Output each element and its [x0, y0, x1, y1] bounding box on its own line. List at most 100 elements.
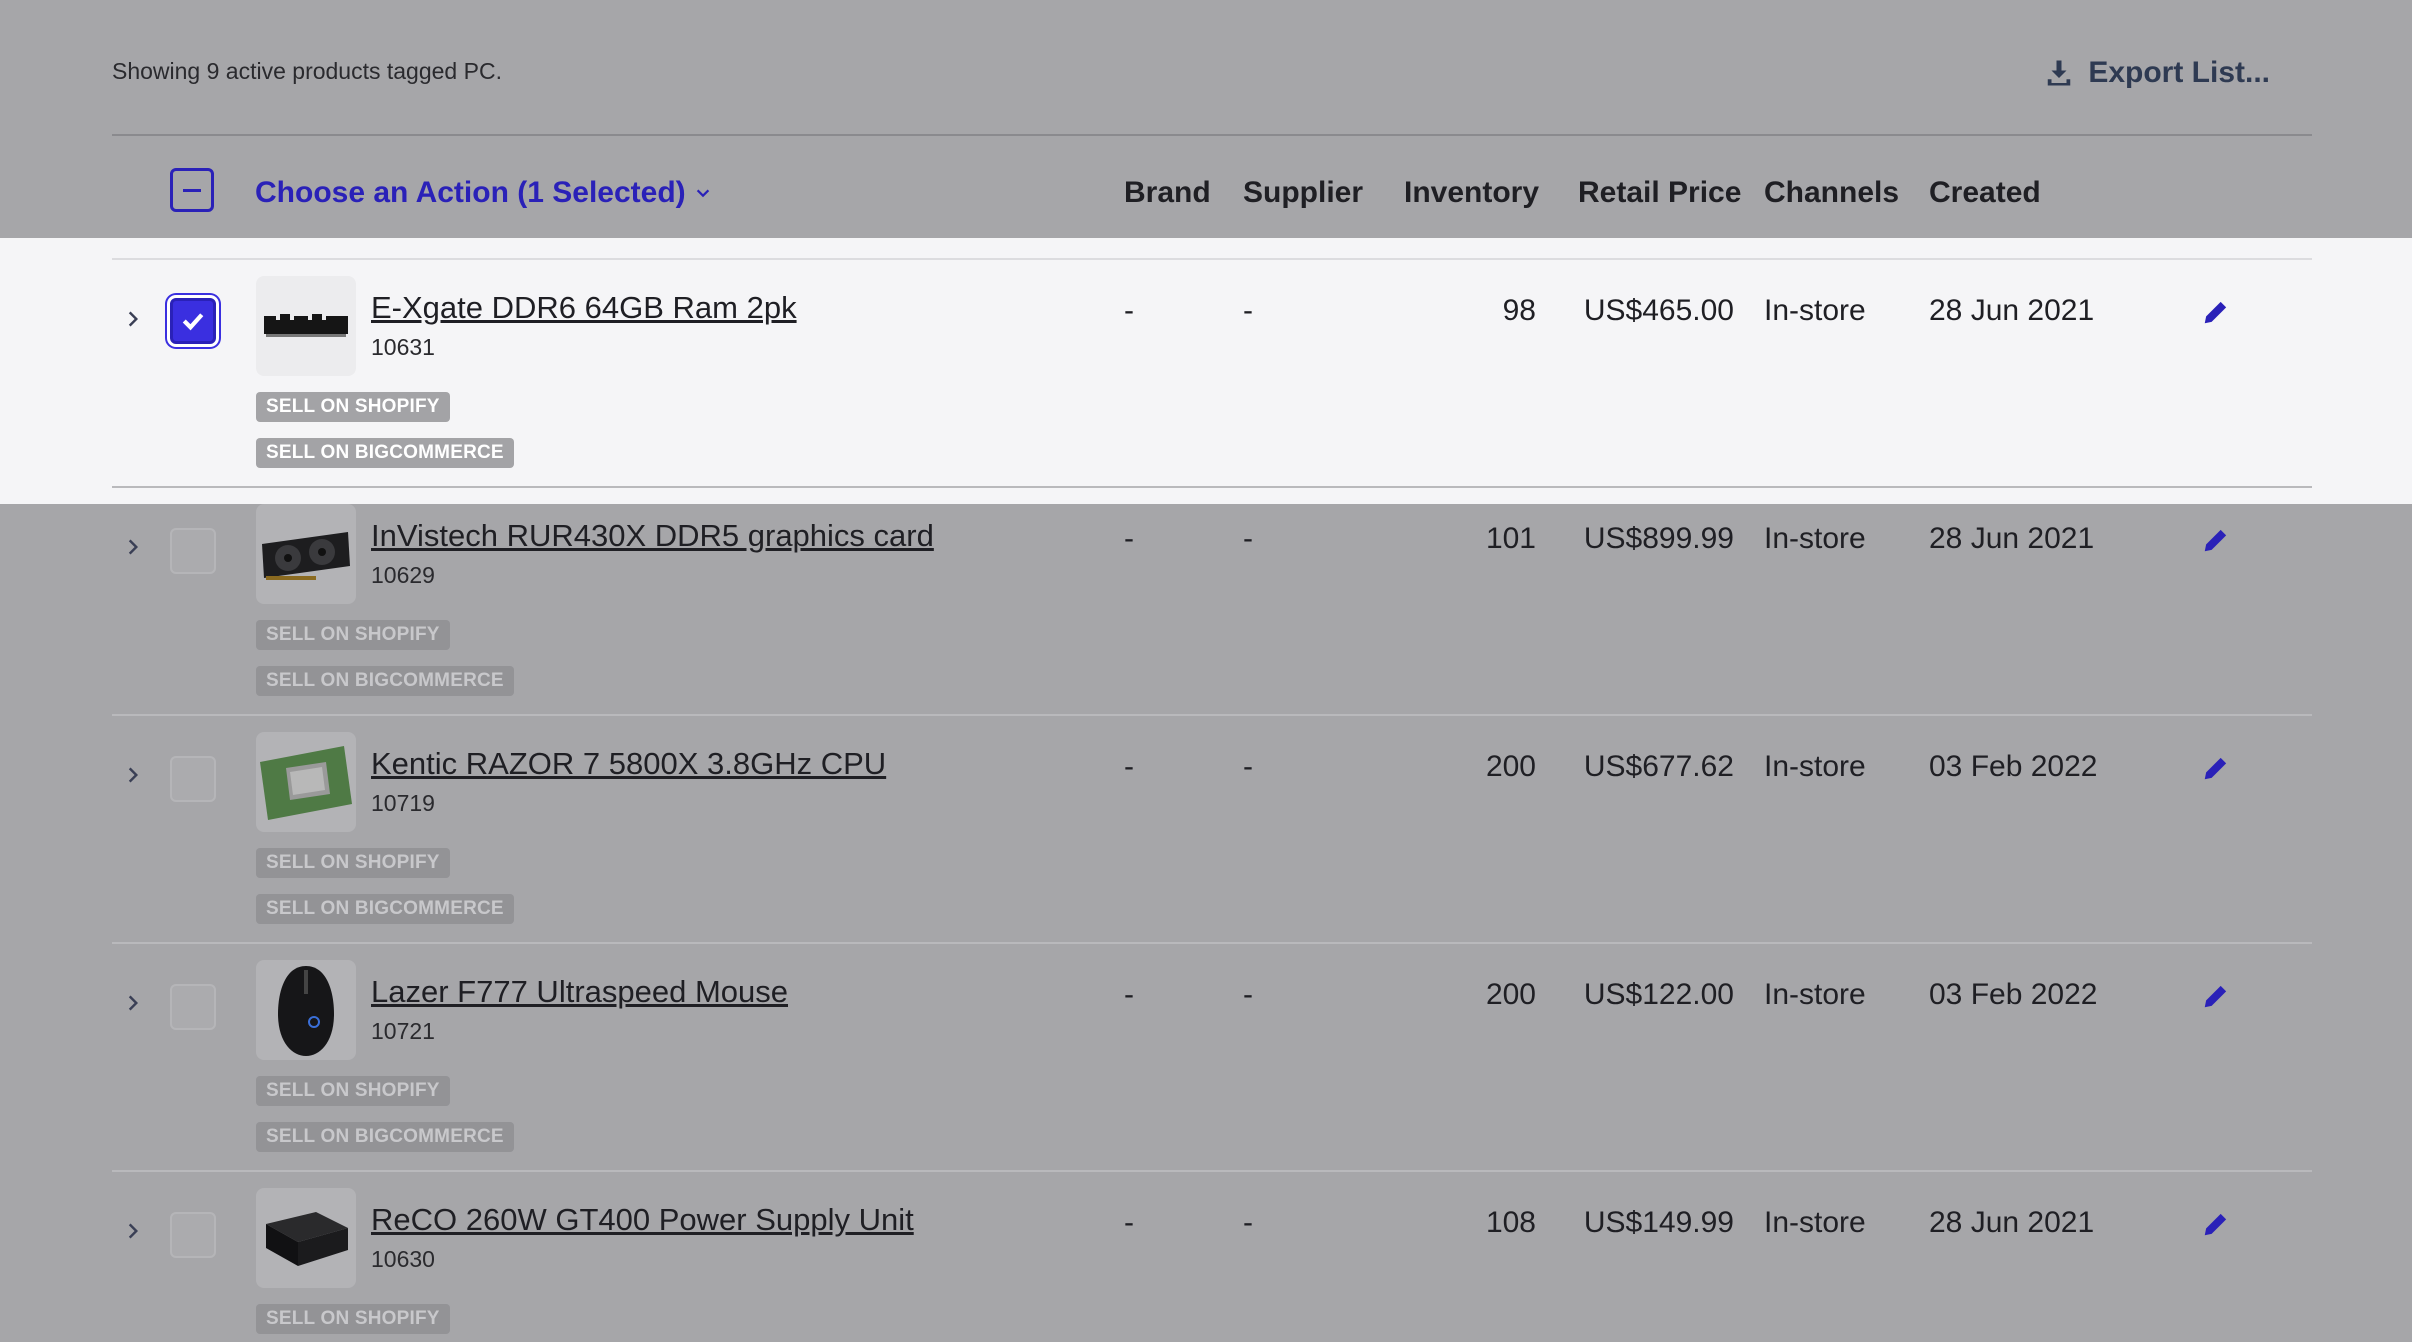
product-thumbnail[interactable]	[256, 960, 356, 1060]
product-name-link[interactable]: InVistech RUR430X DDR5 graphics card	[371, 518, 934, 554]
product-sku: 10630	[371, 1246, 435, 1272]
chevron-right-icon[interactable]	[122, 308, 144, 330]
product-name-link[interactable]: E-Xgate DDR6 64GB Ram 2pk	[371, 290, 797, 326]
download-icon	[2048, 60, 2071, 86]
product-summary: Showing 9 active products tagged PC.	[112, 58, 502, 84]
row-divider	[112, 1170, 2312, 1172]
table-row[interactable]: Kentic RAZOR 7 5800X 3.8GHz CPU 10719 SE…	[0, 714, 2412, 960]
chevron-right-icon[interactable]	[122, 764, 144, 786]
choose-action-dropdown[interactable]: Choose an Action (1 Selected)	[255, 176, 712, 210]
product-name-link[interactable]: ReCO 260W GT400 Power Supply Unit	[371, 1202, 914, 1238]
row-checkbox[interactable]	[170, 984, 216, 1030]
column-header-supplier[interactable]: Supplier	[1243, 176, 1363, 210]
product-sku: 10631	[371, 334, 435, 360]
pencil-icon[interactable]	[2202, 298, 2230, 326]
channels-cell: In-store	[1764, 978, 1866, 1011]
product-name-link[interactable]: Lazer F777 Ultraspeed Mouse	[371, 974, 788, 1010]
row-divider	[112, 714, 2312, 716]
table-row[interactable]: InVistech RUR430X DDR5 graphics card 106…	[0, 486, 2412, 732]
table-row[interactable]: E-Xgate DDR6 64GB Ram 2pk 10631 SELL ON …	[0, 238, 2412, 504]
inventory-cell: 98	[1502, 294, 1536, 327]
created-cell: 28 Jun 2021	[1929, 294, 2095, 327]
table-header: Choose an Action (1 Selected) Brand Supp…	[0, 160, 2412, 228]
inventory-cell: 108	[1485, 1206, 1536, 1239]
channels-cell: In-store	[1764, 750, 1866, 783]
row-divider	[112, 942, 2312, 944]
product-name-link[interactable]: Kentic RAZOR 7 5800X 3.8GHz CPU	[371, 746, 886, 782]
inventory-cell: 200	[1485, 978, 1536, 1011]
price-cell: US$122.00	[1583, 978, 1734, 1011]
graphics-card-image	[262, 532, 350, 580]
column-header-inventory[interactable]: Inventory	[1404, 176, 1539, 210]
row-checkbox[interactable]	[170, 298, 216, 344]
brand-cell: -	[1124, 1206, 1134, 1239]
column-header-brand[interactable]: Brand	[1124, 176, 1211, 210]
created-cell: 28 Jun 2021	[1929, 1206, 2095, 1239]
checkmark-icon	[182, 313, 204, 331]
power-supply-image	[266, 1212, 348, 1266]
product-sku: 10629	[371, 562, 435, 588]
table-row[interactable]: Lazer F777 Ultraspeed Mouse 10721 SELL O…	[0, 942, 2412, 1188]
row-checkbox[interactable]	[170, 528, 216, 574]
channel-tag: SELL ON BIGCOMMERCE	[256, 666, 514, 696]
created-cell: 03 Feb 2022	[1929, 978, 2098, 1011]
created-cell: 28 Jun 2021	[1929, 522, 2095, 555]
channel-tag: SELL ON SHOPIFY	[256, 848, 450, 878]
channel-tag: SELL ON BIGCOMMERCE	[256, 894, 514, 924]
row-checkbox[interactable]	[170, 1212, 216, 1258]
export-list-button[interactable]: Export List...	[2044, 56, 2270, 90]
column-header-retail-price[interactable]: Retail Price	[1578, 176, 1741, 210]
row-divider	[112, 486, 2312, 488]
minus-icon	[183, 188, 201, 192]
ram-image	[264, 314, 348, 337]
pencil-icon[interactable]	[2202, 982, 2230, 1010]
price-cell: US$149.99	[1583, 1206, 1734, 1239]
channels-cell: In-store	[1764, 522, 1866, 555]
inventory-cell: 101	[1485, 522, 1536, 555]
chevron-down-icon	[696, 189, 709, 198]
table-row[interactable]: ReCO 260W GT400 Power Supply Unit 10630 …	[0, 1170, 2412, 1342]
price-cell: US$677.62	[1583, 750, 1734, 783]
product-thumbnail[interactable]	[256, 276, 356, 376]
row-divider	[112, 258, 2312, 260]
pencil-icon[interactable]	[2202, 754, 2230, 782]
channels-cell: In-store	[1764, 294, 1866, 327]
created-cell: 03 Feb 2022	[1929, 750, 2098, 783]
mouse-image	[278, 966, 334, 1056]
product-sku: 10721	[371, 1018, 435, 1044]
row-checkbox[interactable]	[170, 756, 216, 802]
divider	[112, 134, 2312, 136]
channel-tag: SELL ON BIGCOMMERCE	[256, 1122, 514, 1152]
chevron-right-icon[interactable]	[122, 992, 144, 1014]
column-header-created[interactable]: Created	[1929, 176, 2041, 210]
supplier-cell: -	[1243, 294, 1253, 327]
product-sku: 10719	[371, 790, 435, 816]
product-thumbnail[interactable]	[256, 1188, 356, 1288]
price-cell: US$899.99	[1583, 522, 1734, 555]
chevron-right-icon[interactable]	[122, 536, 144, 558]
channel-tag: SELL ON SHOPIFY	[256, 620, 450, 650]
supplier-cell: -	[1243, 750, 1253, 783]
supplier-cell: -	[1243, 522, 1253, 555]
brand-cell: -	[1124, 522, 1134, 555]
chevron-right-icon[interactable]	[122, 1220, 144, 1242]
channel-tag: SELL ON BIGCOMMERCE	[256, 438, 514, 468]
supplier-cell: -	[1243, 978, 1253, 1011]
channel-tag: SELL ON SHOPIFY	[256, 1304, 450, 1334]
choose-action-label: Choose an Action (1 Selected)	[255, 176, 686, 209]
brand-cell: -	[1124, 978, 1134, 1011]
pencil-icon[interactable]	[2202, 1210, 2230, 1238]
column-header-channels[interactable]: Channels	[1764, 176, 1899, 210]
product-thumbnail[interactable]	[256, 504, 356, 604]
supplier-cell: -	[1243, 1206, 1253, 1239]
export-list-label: Export List...	[2088, 56, 2270, 89]
cpu-image	[260, 746, 352, 820]
product-thumbnail[interactable]	[256, 732, 356, 832]
pencil-icon[interactable]	[2202, 526, 2230, 554]
inventory-cell: 200	[1485, 750, 1536, 783]
channels-cell: In-store	[1764, 1206, 1866, 1239]
channel-tag: SELL ON SHOPIFY	[256, 1076, 450, 1106]
select-all-checkbox[interactable]	[170, 168, 214, 212]
channel-tag: SELL ON SHOPIFY	[256, 392, 450, 422]
brand-cell: -	[1124, 750, 1134, 783]
